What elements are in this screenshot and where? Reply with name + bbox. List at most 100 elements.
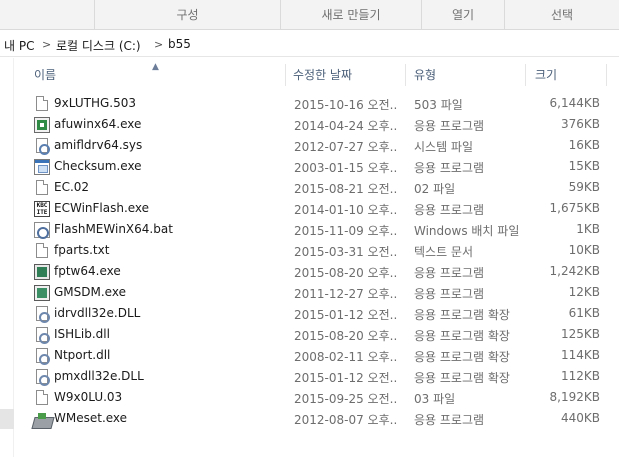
file-name: amifldrv64.sys xyxy=(54,138,143,152)
file-size: 15KB xyxy=(568,159,600,173)
ribbon-group-select: 선택 xyxy=(504,0,619,30)
file-date: 2015-08-20 오후... xyxy=(294,329,398,343)
file-row[interactable]: FlashMEWinX64.bat 2015-11-09 오후... Windo… xyxy=(30,220,605,241)
column-header-type[interactable]: 유형 xyxy=(414,64,524,86)
column-divider[interactable] xyxy=(606,64,607,86)
file-name: GMSDM.exe xyxy=(54,285,126,299)
file-type: 503 파일 xyxy=(414,98,463,112)
file-type: 시스템 파일 xyxy=(414,140,474,154)
file-date: 2008-02-11 오후... xyxy=(294,350,398,364)
file-date: 2003-01-15 오후... xyxy=(294,161,398,175)
file-type: 응용 프로그램 확장 xyxy=(414,350,510,364)
address-bar[interactable]: 내 PC > 로컬 디스크 (C:) > b55 xyxy=(0,33,619,57)
file-size: 16KB xyxy=(568,138,600,152)
file-date: 2012-07-27 오후... xyxy=(294,140,398,154)
file-size: 8,192KB xyxy=(549,390,600,404)
column-divider[interactable] xyxy=(405,64,406,86)
file-type: 응용 프로그램 xyxy=(414,203,485,217)
file-type: 03 파일 xyxy=(414,392,456,406)
column-headers: 이름 수정한 날짜 유형 크기 xyxy=(0,64,619,86)
file-row[interactable]: EC.02 2015-08-21 오전... 02 파일 59KB xyxy=(30,178,605,199)
file-name: W9x0LU.03 xyxy=(54,390,123,404)
breadcrumb-separator-icon[interactable]: > xyxy=(42,38,51,51)
file-size: 376KB xyxy=(560,117,600,131)
file-row[interactable]: Checksum.exe 2003-01-15 오후... 응용 프로그램 15… xyxy=(30,157,605,178)
ribbon-groups: 구성 새로 만들기 열기 선택 xyxy=(0,0,619,30)
file-size: 1KB xyxy=(576,222,600,236)
file-date: 2015-08-21 오전... xyxy=(294,182,398,196)
column-header-size[interactable]: 크기 xyxy=(535,64,605,86)
file-row[interactable]: pmxdll32e.DLL 2015-01-12 오전... 응용 프로그램 확… xyxy=(30,367,605,388)
file-name: fptw64.exe xyxy=(54,264,121,278)
dll-file-icon xyxy=(36,327,50,344)
file-name: Checksum.exe xyxy=(54,159,142,173)
file-row[interactable]: GMSDM.exe 2011-12-27 오후... 응용 프로그램 12KB xyxy=(30,283,605,304)
file-date: 2015-08-20 오후... xyxy=(294,266,398,280)
file-date: 2012-08-07 오후... xyxy=(294,413,398,427)
breadcrumb-folder[interactable]: b55 xyxy=(168,37,191,51)
file-row[interactable]: Ntport.dll 2008-02-11 오후... 응용 프로그램 확장 1… xyxy=(30,346,605,367)
file-size: 12KB xyxy=(568,285,600,299)
column-divider[interactable] xyxy=(525,64,526,86)
file-row[interactable]: afuwinx64.exe 2014-04-24 오후... 응용 프로그램 3… xyxy=(30,115,605,136)
document-icon xyxy=(36,96,48,111)
ribbon-group-new: 새로 만들기 xyxy=(280,0,421,30)
dll-file-icon xyxy=(36,306,50,323)
file-name: pmxdll32e.DLL xyxy=(54,369,144,383)
file-row[interactable]: ISHLib.dll 2015-08-20 오후... 응용 프로그램 확장 1… xyxy=(30,325,605,346)
file-name: fparts.txt xyxy=(54,243,110,257)
file-name: afuwinx64.exe xyxy=(54,117,142,131)
document-icon xyxy=(36,180,48,195)
file-row[interactable]: fparts.txt 2015-03-31 오전... 텍스트 문서 10KB xyxy=(30,241,605,262)
column-header-name[interactable]: 이름 xyxy=(34,64,284,86)
column-divider[interactable] xyxy=(285,64,286,86)
file-size: 1,242KB xyxy=(549,264,600,278)
column-header-date[interactable]: 수정한 날짜 xyxy=(293,64,403,86)
document-icon xyxy=(36,390,48,405)
file-type: 응용 프로그램 xyxy=(414,413,485,427)
file-size: 61KB xyxy=(568,306,600,320)
file-name: ECWinFlash.exe xyxy=(54,201,150,215)
file-date: 2011-12-27 오후... xyxy=(294,287,398,301)
file-type: Windows 배치 파일 xyxy=(414,224,520,238)
file-size: 112KB xyxy=(560,369,600,383)
file-type: 응용 프로그램 xyxy=(414,119,485,133)
breadcrumb-separator-icon[interactable]: > xyxy=(154,38,163,51)
file-date: 2015-11-09 오후... xyxy=(294,224,398,238)
file-row[interactable]: W9x0LU.03 2015-09-25 오전... 03 파일 8,192KB xyxy=(30,388,605,409)
file-date: 2014-01-10 오후... xyxy=(294,203,398,217)
file-row[interactable]: WMeset.exe 2012-08-07 오후... 응용 프로그램 440K… xyxy=(30,409,605,430)
navigation-selected-item[interactable] xyxy=(0,409,14,429)
file-name: idrvdll32e.DLL xyxy=(54,306,141,320)
file-type: 응용 프로그램 확장 xyxy=(414,329,510,343)
file-row[interactable]: fptw64.exe 2015-08-20 오후... 응용 프로그램 1,24… xyxy=(30,262,605,283)
file-date: 2015-01-12 오전... xyxy=(294,308,398,322)
file-type: 응용 프로그램 xyxy=(414,266,485,280)
file-name: FlashMEWinX64.bat xyxy=(54,222,173,236)
file-type: 응용 프로그램 확장 xyxy=(414,308,510,322)
dll-file-icon xyxy=(36,348,50,365)
file-type: 응용 프로그램 xyxy=(414,161,485,175)
navigation-pane[interactable] xyxy=(0,58,14,457)
file-name: EC.02 xyxy=(54,180,90,194)
file-row[interactable]: KBC ITE ECWinFlash.exe 2014-01-10 오후... 응… xyxy=(30,199,605,220)
file-size: 1,675KB xyxy=(549,201,600,215)
file-size: 10KB xyxy=(568,243,600,257)
wmeset-app-icon xyxy=(33,413,51,427)
ribbon-group-open: 열기 xyxy=(421,0,504,30)
file-name: Ntport.dll xyxy=(54,348,111,362)
breadcrumb-this-pc[interactable]: 내 PC xyxy=(4,37,34,54)
breadcrumb-local-disk[interactable]: 로컬 디스크 (C:) xyxy=(56,37,141,54)
file-name: ISHLib.dll xyxy=(54,327,110,341)
file-size: 125KB xyxy=(560,327,600,341)
file-type: 텍스트 문서 xyxy=(414,245,474,259)
file-row[interactable]: 9xLUTHG.503 2015-10-16 오전... 503 파일 6,14… xyxy=(30,94,605,115)
file-row[interactable]: idrvdll32e.DLL 2015-01-12 오전... 응용 프로그램 … xyxy=(30,304,605,325)
file-name: WMeset.exe xyxy=(54,411,128,425)
file-date: 2015-01-12 오전... xyxy=(294,371,398,385)
file-row[interactable]: amifldrv64.sys 2012-07-27 오후... 시스템 파일 1… xyxy=(30,136,605,157)
file-type: 02 파일 xyxy=(414,182,456,196)
kbc-app-icon: KBC ITE xyxy=(34,201,50,217)
application-icon xyxy=(34,285,50,301)
file-type: 응용 프로그램 확장 xyxy=(414,371,510,385)
